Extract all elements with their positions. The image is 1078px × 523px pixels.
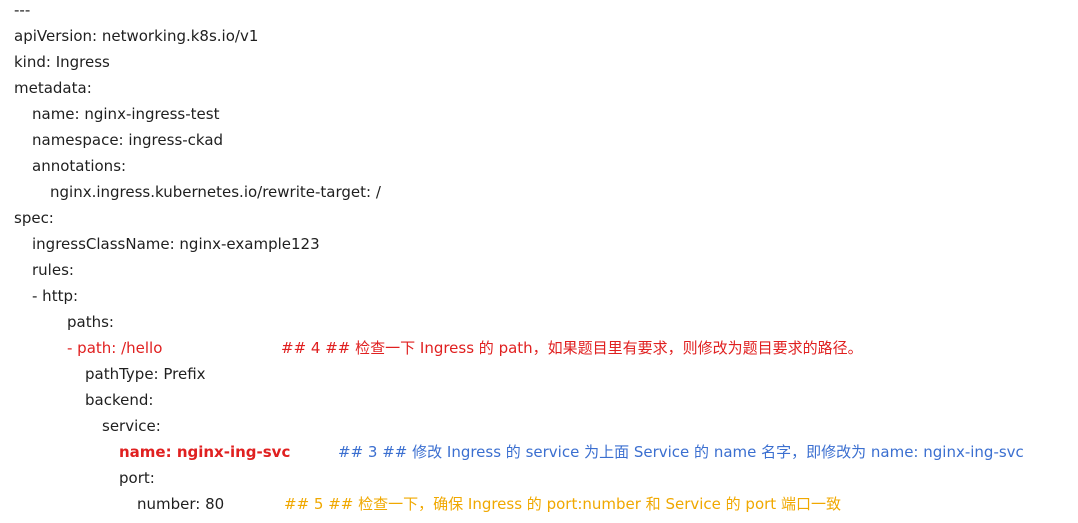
http-line: - http:: [32, 287, 79, 305]
rules-line: rules:: [32, 261, 74, 279]
namespace-line: namespace: ingress-ckad: [32, 131, 224, 149]
path-type-line: pathType: Prefix: [85, 365, 206, 383]
port-comment: ## 5 ## 检查一下，确保 Ingress 的 port:number 和 …: [284, 495, 841, 513]
path-comment: ## 4 ## 检查一下 Ingress 的 path，如果题目里有要求，则修改…: [281, 339, 863, 357]
yaml-separator: ---: [14, 1, 31, 19]
backend-line: backend:: [85, 391, 154, 409]
metadata-line: metadata:: [14, 79, 92, 97]
paths-line: paths:: [67, 313, 114, 331]
port-line: port:: [119, 469, 155, 487]
api-version-line: apiVersion: networking.k8s.io/v1: [14, 27, 259, 45]
port-number-line: number: 80: [137, 495, 225, 513]
path-line: - path: /hello: [67, 339, 163, 357]
service-name-line: name: nginx-ing-svc: [119, 443, 291, 461]
rewrite-target-line: nginx.ingress.kubernetes.io/rewrite-targ…: [50, 183, 381, 201]
service-line: service:: [102, 417, 161, 435]
spec-line: spec:: [14, 209, 54, 227]
ingress-class-line: ingressClassName: nginx-example123: [32, 235, 320, 253]
kind-line: kind: Ingress: [14, 53, 110, 71]
annotations-line: annotations:: [32, 157, 127, 175]
metadata-name-line: name: nginx-ingress-test: [32, 105, 220, 123]
yaml-document: --- apiVersion: networking.k8s.io/v1 kin…: [0, 0, 1078, 523]
service-comment: ## 3 ## 修改 Ingress 的 service 为上面 Service…: [338, 443, 1024, 461]
